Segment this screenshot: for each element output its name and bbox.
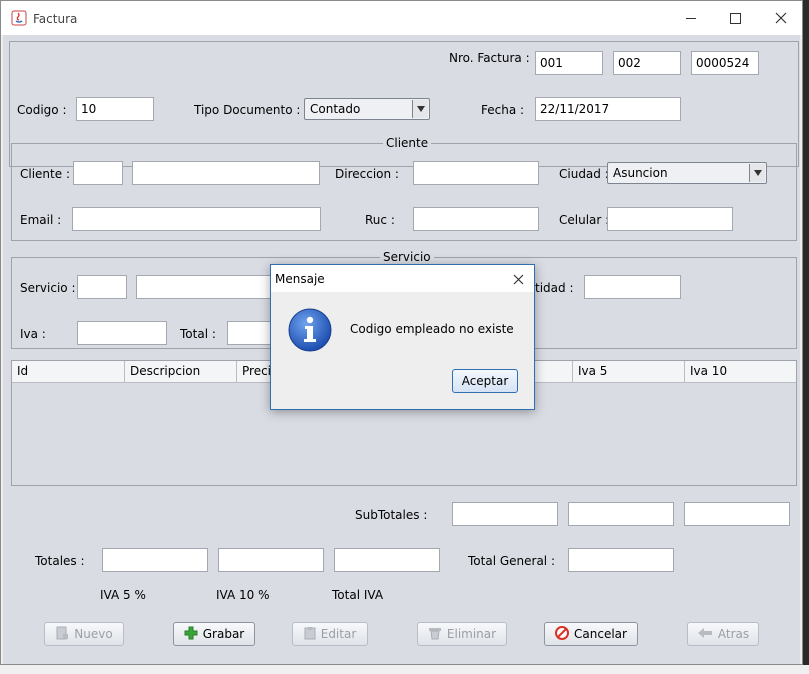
nro-factura-punto-field[interactable]: 002 [613,51,681,75]
total-general-field[interactable] [568,548,674,572]
new-document-icon [55,626,69,643]
close-icon [775,12,787,24]
minimize-button[interactable] [677,5,705,31]
close-button[interactable] [767,5,795,31]
total-iva-caption: Total IVA [332,588,384,602]
clipboard-icon [304,626,316,643]
celular-label: Celular : [559,213,610,227]
direccion-label: Direccion : [335,167,399,181]
chevron-down-icon [412,100,428,118]
column-header-iva10[interactable]: Iva 10 [685,361,796,382]
window-title: Factura [33,12,78,26]
chevron-down-icon [749,164,765,182]
email-field[interactable] [72,207,321,231]
total-iva-field[interactable] [334,548,440,572]
total-iva10-field[interactable] [218,548,324,572]
servicio-label: Servicio : [20,281,76,295]
fecha-field[interactable]: 22/11/2017 [535,97,681,121]
ruc-field[interactable] [413,207,539,231]
close-icon [513,274,523,284]
nro-factura-label: Nro. Factura : [449,51,530,65]
iva-field[interactable] [77,321,167,345]
cliente-label: Cliente : [20,167,70,181]
cliente-nombre-field[interactable] [132,161,320,185]
column-header-id[interactable]: Id [12,361,125,382]
tipo-documento-value: Contado [310,102,361,116]
editar-button-label: Editar [320,627,357,641]
atras-button-label: Atras [717,627,750,641]
cantidad-field[interactable] [584,275,681,299]
nuevo-button-label: Nuevo [74,627,113,641]
servicio-legend: Servicio [380,250,434,264]
plus-icon [184,626,198,643]
subtotales-label: SubTotales : [355,508,428,522]
total-general-label: Total General : [468,554,555,568]
subtotal-total-field[interactable] [684,502,790,526]
cancel-icon [555,625,570,643]
iva10-caption: IVA 10 % [216,588,270,602]
editar-button[interactable]: Editar [292,622,368,646]
nuevo-button[interactable]: Nuevo [44,622,124,646]
info-icon [287,307,333,353]
email-label: Email : [20,213,62,227]
iva5-caption: IVA 5 % [100,588,146,602]
maximize-button[interactable] [721,5,749,31]
celular-field[interactable] [607,207,733,231]
direccion-field[interactable] [413,161,539,185]
java-app-icon [11,10,27,26]
iva-label: Iva : [20,327,46,341]
eliminar-button[interactable]: Eliminar [417,622,507,646]
title-bar: Factura [1,1,802,35]
ciudad-value: Asuncion [613,166,668,180]
atras-button[interactable]: Atras [687,622,759,646]
subtotal-iva10-field[interactable] [568,502,674,526]
grabar-button[interactable]: Grabar [173,622,255,646]
arrow-left-icon [697,627,713,642]
cantidad-label: tidad : [535,281,574,295]
totales-label: Totales : [35,554,85,568]
dialog-message: Codigo empleado no existe [350,322,514,336]
ciudad-label: Ciudad : [559,167,609,181]
cancelar-button[interactable]: Cancelar [544,622,638,646]
total-iva5-field[interactable] [102,548,208,572]
servicio-descripcion-field[interactable] [136,275,276,299]
nro-factura-numero-field[interactable]: 0000524 [691,51,759,75]
dialog-close-button[interactable] [507,268,529,290]
grabar-button-label: Grabar [202,627,245,641]
eliminar-button-label: Eliminar [446,627,497,641]
fecha-label: Fecha : [481,103,525,117]
subtotal-iva5-field[interactable] [452,502,558,526]
maximize-icon [729,12,741,24]
servicio-id-field[interactable] [77,275,127,299]
total-label: Total : [180,327,216,341]
dialog-title: Mensaje [275,272,325,286]
tipo-documento-label: Tipo Documento : [194,103,301,117]
message-dialog: Mensaje Codigo empleado no existe Acepta… [270,264,535,410]
cliente-id-field[interactable] [73,161,123,185]
cliente-legend: Cliente [383,136,432,150]
trash-icon [428,626,442,643]
column-header-descripcion[interactable]: Descripcion [125,361,237,382]
ruc-label: Ruc : [365,213,395,227]
codigo-label: Codigo : [17,103,67,117]
column-header-iva5[interactable]: Iva 5 [573,361,685,382]
cancelar-button-label: Cancelar [574,627,627,641]
ciudad-select[interactable]: Asuncion [607,162,767,184]
codigo-field[interactable]: 10 [76,97,154,121]
nro-factura-establecimiento-field[interactable]: 001 [535,51,603,75]
aceptar-button-label: Aceptar [461,374,509,388]
background-app-strip [0,665,809,674]
dialog-title-bar: Mensaje [271,265,534,292]
tipo-documento-select[interactable]: Contado [304,98,430,120]
aceptar-button[interactable]: Aceptar [452,369,518,393]
minimize-icon [686,17,696,19]
